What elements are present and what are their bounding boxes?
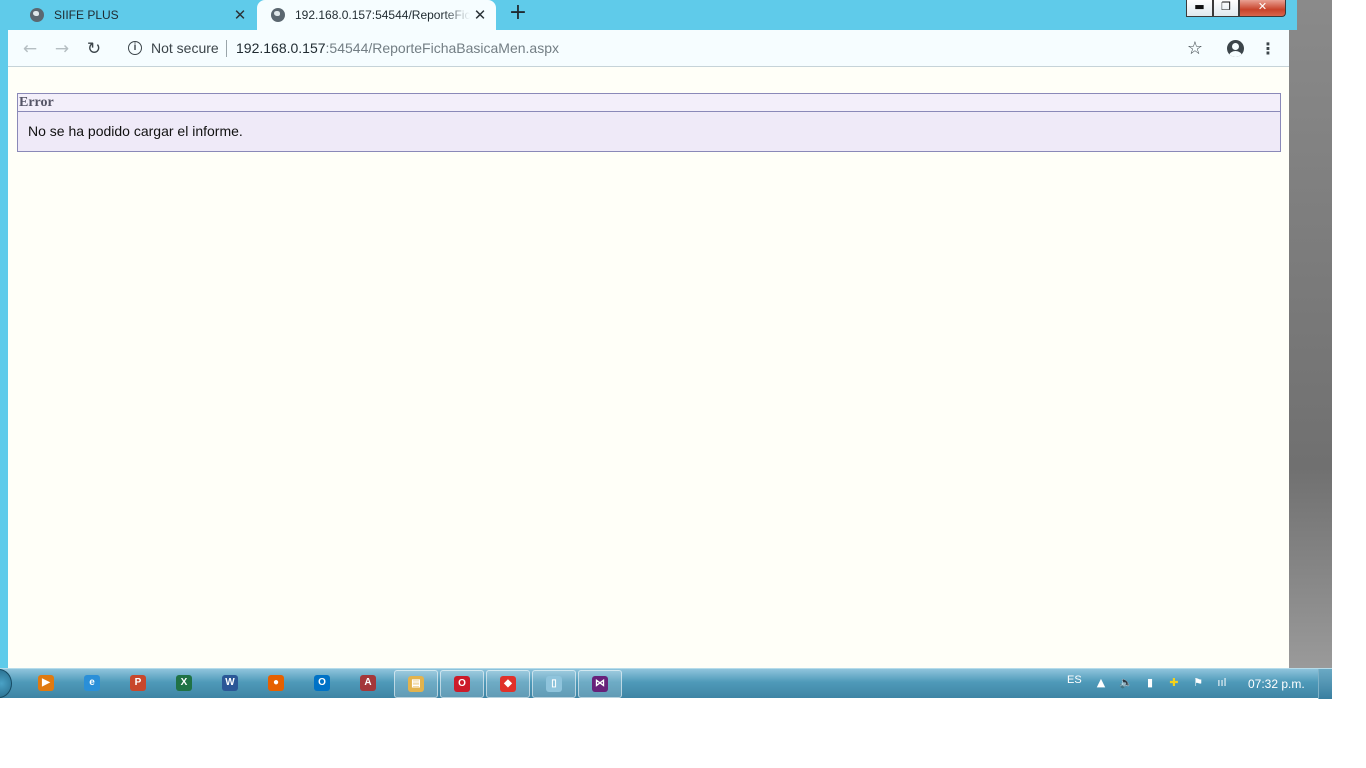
tab-title: 192.168.0.157:54544/ReporteFichaBasicaMe…: [295, 8, 470, 22]
visual-studio-icon: ⋈: [592, 676, 608, 692]
taskbar: ▶ e P X W ● O A ▤ O ◆ ▯ ⋈ ES ▲ 🔈 ▮ ✚ ⚑ ııl 07:32 p.m…: [0, 668, 1332, 699]
taskbar-button-excel[interactable]: X: [173, 672, 195, 694]
file-explorer-icon: ▤: [408, 676, 424, 692]
globe-icon: [30, 8, 44, 22]
menu-kebab-icon[interactable]: ⋮: [1257, 38, 1279, 60]
info-icon[interactable]: i: [128, 41, 142, 55]
error-message: No se ha podido cargar el informe.: [28, 123, 243, 139]
taskbar-button-file-explorer[interactable]: ▤: [394, 670, 438, 698]
new-tab-button[interactable]: +: [506, 2, 530, 26]
clock[interactable]: 07:32 p.m.: [1248, 677, 1305, 691]
browser-window: SIIFE PLUS ✕ 192.168.0.157:54544/Reporte…: [0, 0, 1297, 668]
start-button[interactable]: [0, 669, 12, 698]
maximize-button[interactable]: ❐: [1213, 0, 1239, 17]
access-icon: A: [360, 675, 376, 691]
signal-strength-icon[interactable]: ııl: [1214, 675, 1230, 691]
tab-reporte-ficha[interactable]: 192.168.0.157:54544/ReporteFichaBasicaMe…: [257, 0, 496, 30]
minimize-button[interactable]: ▬: [1186, 0, 1213, 17]
close-tab-icon[interactable]: ✕: [470, 6, 490, 24]
notepad-icon: ▯: [546, 676, 562, 692]
window-controls: ▬ ❐ ✕: [1186, 0, 1286, 17]
url-host: 192.168.0.157: [236, 40, 326, 56]
media-player-icon: ▶: [38, 675, 54, 691]
back-arrow-icon[interactable]: ←: [19, 38, 41, 60]
browser-toolbar: ← → ↻ i Not secure 192.168.0.157:54544/R…: [8, 30, 1289, 67]
tray-overflow-icon[interactable]: ▲: [1093, 675, 1109, 691]
taskbar-button-visual-studio[interactable]: ⋈: [578, 670, 622, 698]
desktop-background: [1289, 0, 1332, 668]
opera-icon: O: [454, 676, 470, 692]
bookmark-star-icon[interactable]: ☆: [1184, 38, 1206, 60]
firefox-icon: ●: [268, 675, 284, 691]
language-indicator[interactable]: ES: [1067, 674, 1082, 686]
taskbar-button-firefox[interactable]: ●: [265, 672, 287, 694]
outlook-icon: O: [314, 675, 330, 691]
url-path: :54544/ReporteFichaBasicaMen.aspx: [325, 40, 559, 56]
globe-icon: [271, 8, 285, 22]
url-divider: [226, 40, 227, 57]
reload-icon[interactable]: ↻: [83, 38, 105, 60]
taskbar-button-outlook[interactable]: O: [311, 672, 333, 694]
close-tab-icon[interactable]: ✕: [230, 6, 250, 24]
taskbar-button-notepad[interactable]: ▯: [532, 670, 576, 698]
powerpoint-icon: P: [130, 675, 146, 691]
word-icon: W: [222, 675, 238, 691]
tab-title: SIIFE PLUS: [54, 8, 119, 22]
taskbar-button-media-player[interactable]: ▶: [35, 672, 57, 694]
action-center-flag-icon[interactable]: ⚑: [1190, 675, 1206, 691]
tab-siife-plus[interactable]: SIIFE PLUS ✕: [16, 0, 256, 30]
taskbar-button-access[interactable]: A: [357, 672, 379, 694]
error-title: Error: [18, 94, 1280, 112]
power-icon[interactable]: ▮: [1142, 675, 1158, 691]
screen: SIIFE PLUS ✕ 192.168.0.157:54544/Reporte…: [0, 0, 1366, 768]
taskbar-button-internet-explorer[interactable]: e: [81, 672, 103, 694]
taskbar-button-word[interactable]: W: [219, 672, 241, 694]
security-label[interactable]: Not secure: [151, 40, 219, 56]
network-status-icon[interactable]: ✚: [1166, 675, 1182, 691]
internet-explorer-icon: e: [84, 675, 100, 691]
error-panel: Error No se ha podido cargar el informe.: [17, 93, 1281, 152]
forward-arrow-icon[interactable]: →: [51, 38, 73, 60]
address-bar[interactable]: 192.168.0.157:54544/ReporteFichaBasicaMe…: [236, 40, 559, 56]
taskbar-button-opera[interactable]: O: [440, 670, 484, 698]
taskbar-button-anydesk[interactable]: ◆: [486, 670, 530, 698]
page-content: Error No se ha podido cargar el informe.: [8, 67, 1289, 668]
close-window-button[interactable]: ✕: [1239, 0, 1286, 17]
anydesk-icon: ◆: [500, 676, 516, 692]
account-icon[interactable]: [1227, 40, 1244, 57]
tab-strip: SIIFE PLUS ✕ 192.168.0.157:54544/Reporte…: [0, 0, 1297, 30]
volume-icon[interactable]: 🔈: [1118, 675, 1134, 691]
show-desktop-button[interactable]: [1318, 669, 1332, 699]
excel-icon: X: [176, 675, 192, 691]
taskbar-button-powerpoint[interactable]: P: [127, 672, 149, 694]
